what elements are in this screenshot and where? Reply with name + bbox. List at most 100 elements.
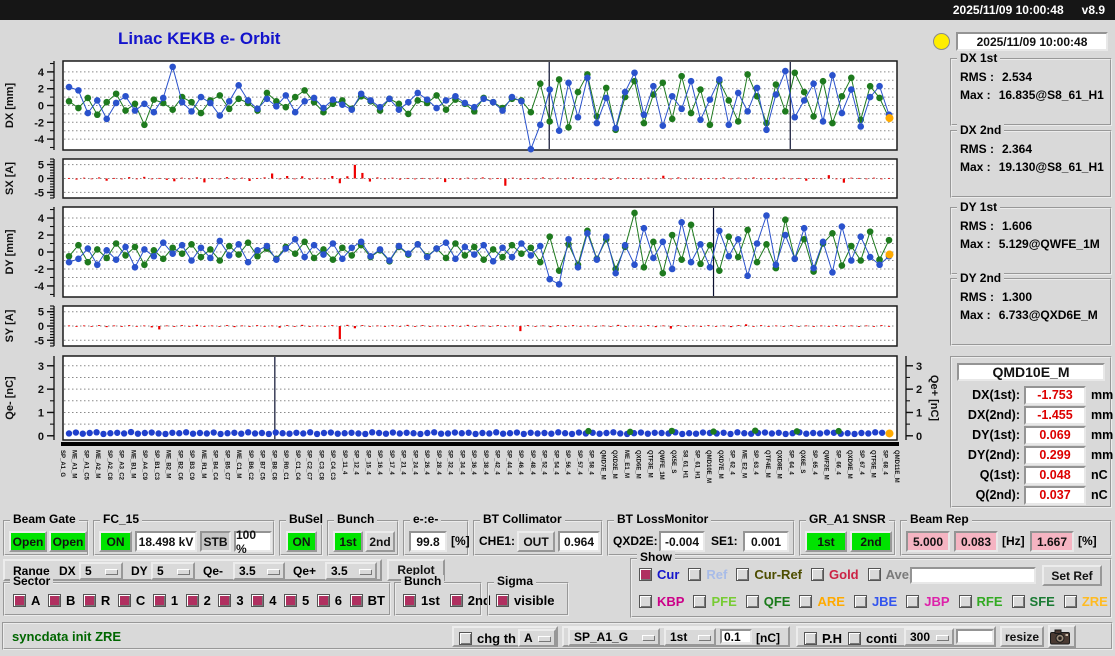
bt-lossmonitor-group: BT LossMonitor QXD2E: -0.004 SE1: 0.001 [607,513,795,556]
points-dropdown[interactable]: 300 [904,628,954,646]
x-tick-label: SP_C2_C7 [305,450,312,481]
checkbox-bt[interactable]: BT [349,593,385,608]
checkbox-visible[interactable]: visible [496,593,554,608]
busel-on-button[interactable]: ON [286,531,317,552]
monitor-row-dy-1st-: DY(1st): 0.069 mm [952,425,1113,445]
status-indicator [933,33,950,50]
beam-gate-open-button-1[interactable]: Open [9,531,47,552]
svg-text:0: 0 [38,431,44,443]
checkbox-ref[interactable]: Ref [688,567,727,582]
checkbox-conti[interactable]: conti [848,631,897,646]
checkbox-are[interactable]: ARE [799,594,845,609]
checkbox-1st[interactable]: 1st [403,593,440,608]
svg-text:4: 4 [38,213,45,225]
x-tick-label: QXD9E_M [846,450,852,479]
gr-a1-2nd-button[interactable]: 2nd [850,531,892,552]
checkbox-a[interactable]: A [13,593,40,608]
range-dx-dropdown[interactable]: 5 [79,562,123,580]
checkbox-c[interactable]: C [117,593,146,608]
plot-dy: 4 2 0 -2 -4 DY [mm] [4,206,898,298]
x-tick-label: QXD8E_M [775,450,782,479]
screenshot-button[interactable] [1048,625,1076,648]
range-qem-dropdown[interactable]: 3.5 [233,562,285,580]
checkbox-zre[interactable]: ZRE [1063,594,1108,609]
x-tick-label: SP_65_4 [810,450,817,475]
checkbox-square [1063,595,1077,608]
svg-text:-4: -4 [34,281,45,293]
checkbox-square [13,594,26,607]
checkbox-r[interactable]: R [82,593,110,608]
checkbox-cur-ref[interactable]: Cur-Ref [736,567,802,582]
checkbox-rfe[interactable]: RFE [958,594,1003,609]
chgth-cb: chg th [459,631,516,650]
x-tick-label: SP_62_4 [728,450,735,475]
page-title: Linac KEKB e- Orbit [118,29,281,48]
checkbox-1[interactable]: 1 [152,593,178,608]
checkbox-square [459,632,472,645]
bunch-2nd-button[interactable]: 2nd [365,531,395,552]
checkbox-square [185,594,199,607]
monitor-row-dx-1st-: DX(1st): -1.753 mm [952,385,1113,405]
extra-input[interactable] [956,629,994,644]
range-dy-dropdown[interactable]: 5 [151,562,195,580]
svg-text:SY [A]: SY [A] [4,309,16,342]
ref-name-input[interactable] [910,567,1036,584]
conti-cb: conti [848,631,897,650]
checkbox-label: C [135,593,146,608]
checkbox-pfe[interactable]: PFE [693,594,737,609]
x-tick-label: QMD10E_M [705,450,712,484]
checkbox-jbp[interactable]: JBP [906,594,950,609]
bunch-1st-button[interactable]: 1st [333,531,363,552]
beam-gate-title: Beam Gate [10,513,79,525]
chg-th-mode-dropdown[interactable]: A [518,629,556,647]
monitor-title: QMD10E_M [957,363,1105,381]
dropdown-indicator [642,634,654,640]
checkbox-5[interactable]: 5 [284,593,309,608]
stat-line-rms: RMS :2.534 [960,69,1033,84]
checkbox-p-h[interactable]: P.H [804,631,842,646]
x-tick-label: SP_42_4 [493,450,500,475]
checkbox-chg-th[interactable]: chg th [459,631,516,646]
checkbox-2nd[interactable]: 2nd [449,593,491,608]
range-qep-label: Qe+ [293,564,317,578]
chg-th-frame: chg th A [452,626,558,647]
x-tick-label: SP_58_4 [587,450,594,475]
x-tick-label: QX5E_S [669,450,676,474]
x-tick-label: SP_64_4 [787,450,794,475]
checkbox-cur[interactable]: Cur [639,567,679,582]
checkbox-3[interactable]: 3 [218,593,244,608]
x-tick-label: SP_B2_C6 [176,450,183,481]
threshold-input[interactable] [720,629,752,644]
set-ref-button[interactable]: Set Ref [1042,565,1102,586]
sp-select-dropdown[interactable]: SP_A1_G [568,628,660,646]
x-tick-label: SP_52_4 [540,450,547,475]
beam-gate-open-button-2[interactable]: Open [49,531,87,552]
bunch-select-dropdown[interactable]: 1st [664,628,716,646]
che1-out-button[interactable]: OUT [517,531,555,552]
x-tick-label: SP_A2_C8 [105,450,112,481]
gr-a1-1st-button[interactable]: 1st [805,531,847,552]
checkbox-4[interactable]: 4 [251,593,276,608]
resize-button[interactable]: resize [1000,626,1044,647]
checkbox-gold[interactable]: Gold [811,567,859,582]
checkbox-square [853,595,867,608]
svg-text:2: 2 [38,384,44,396]
checkbox-label: JBE [871,594,898,609]
checkbox-jbe[interactable]: JBE [853,594,898,609]
beam-rep-value-3: 1.667 [1030,531,1074,552]
checkbox-b[interactable]: B [47,593,75,608]
checkbox-qfe[interactable]: QFE [745,594,790,609]
stat-box-title: DX 1st [957,52,1001,64]
x-tick-label: SP_B3_C9 [188,450,195,481]
checkbox-sfe[interactable]: SFE [1011,594,1055,609]
checkbox-2[interactable]: 2 [185,593,211,608]
checkbox-label: RFE [976,594,1003,609]
range-qep-dropdown[interactable]: 3.5 [325,562,377,580]
x-tick-label: QXD7E_M [716,450,723,479]
x-tick-label: SP_36_4 [470,450,477,475]
checkbox-kbp[interactable]: KBP [639,594,684,609]
bunch-title: Bunch [334,513,378,525]
bt-lossmonitor-title: BT LossMonitor [614,513,712,525]
checkbox-6[interactable]: 6 [316,593,342,608]
fc15-on-button[interactable]: ON [99,531,132,552]
